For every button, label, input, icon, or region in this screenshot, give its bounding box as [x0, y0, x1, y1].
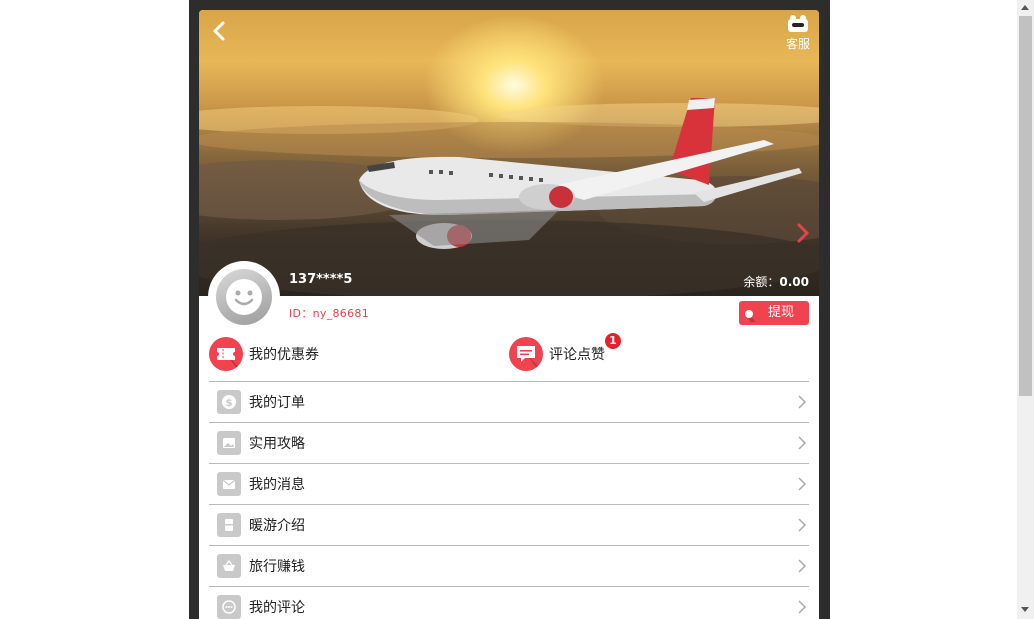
menu-item-label: 我的评论 — [249, 600, 305, 616]
menu-item-earn[interactable]: 旅行赚钱 — [209, 545, 809, 586]
avatar[interactable] — [208, 261, 280, 333]
basket-icon — [217, 554, 241, 578]
chevron-right-icon — [798, 559, 807, 573]
notification-badge: 1 — [605, 333, 621, 349]
menu-item-messages[interactable]: 我的消息 — [209, 463, 809, 504]
withdraw-label: 提现 — [767, 305, 794, 320]
wallet-icon — [745, 310, 756, 322]
coupon-label: 我的优惠券 — [249, 347, 319, 363]
comment-icon — [509, 337, 543, 371]
smiley-avatar-icon — [226, 279, 262, 315]
scrollbar-thumb[interactable] — [1019, 16, 1032, 396]
customer-service-label: 客服 — [785, 37, 810, 51]
profile-page: 客服 137****5 余额：0.00 ID：ny_86681 提现 我的优惠券… — [199, 10, 819, 619]
balance: 余额：0.00 — [743, 273, 809, 290]
menu-item-label: 旅行赚钱 — [249, 559, 305, 575]
card-icon — [217, 513, 241, 537]
menu-item-label: 我的消息 — [249, 477, 305, 493]
chevron-right-icon — [798, 436, 807, 450]
user-id: ID：ny_86681 — [289, 307, 369, 320]
comment-likes-label: 评论点赞 — [549, 347, 605, 363]
customer-service-button[interactable]: 客服 — [783, 14, 813, 52]
comment-likes-link[interactable]: 评论点赞 — [509, 336, 605, 372]
menu-item-reviews[interactable]: 我的评论 — [209, 586, 809, 619]
balance-value: 0.00 — [779, 275, 809, 289]
chevron-right-icon — [798, 518, 807, 532]
svg-text:$: $ — [226, 398, 233, 409]
chevron-right-icon — [798, 395, 807, 409]
balance-label: 余额： — [743, 275, 780, 289]
scroll-up-icon[interactable] — [1021, 5, 1029, 10]
image-icon — [217, 431, 241, 455]
service-icon — [788, 15, 808, 32]
menu-item-orders[interactable]: $ 我的订单 — [209, 381, 809, 422]
menu-item-guides[interactable]: 实用攻略 — [209, 422, 809, 463]
chat-icon — [217, 595, 241, 619]
menu-item-label: 实用攻略 — [249, 436, 305, 452]
ticket-icon — [209, 337, 243, 371]
airplane-banner-image — [199, 98, 819, 296]
menu-item-label: 我的订单 — [249, 395, 305, 411]
menu-item-about[interactable]: 暖游介绍 — [209, 504, 809, 545]
chevron-right-icon — [798, 600, 807, 614]
scroll-down-icon[interactable] — [1021, 607, 1029, 612]
chevron-right-icon[interactable] — [795, 222, 811, 244]
dollar-icon: $ — [217, 390, 241, 414]
menu-item-label: 暖游介绍 — [249, 518, 305, 534]
username: 137****5 — [289, 272, 353, 287]
coupon-link[interactable]: 我的优惠券 — [209, 336, 319, 372]
back-button[interactable] — [209, 20, 231, 42]
mail-icon — [217, 472, 241, 496]
menu-list: $ 我的订单 实用攻略 我的消息 暖游介绍 旅行赚钱 我的评论 — [209, 381, 809, 619]
chevron-right-icon — [798, 477, 807, 491]
page-scrollbar[interactable] — [1017, 0, 1034, 619]
withdraw-button[interactable]: 提现 — [739, 301, 809, 325]
hero-banner: 客服 137****5 余额：0.00 — [199, 10, 819, 296]
